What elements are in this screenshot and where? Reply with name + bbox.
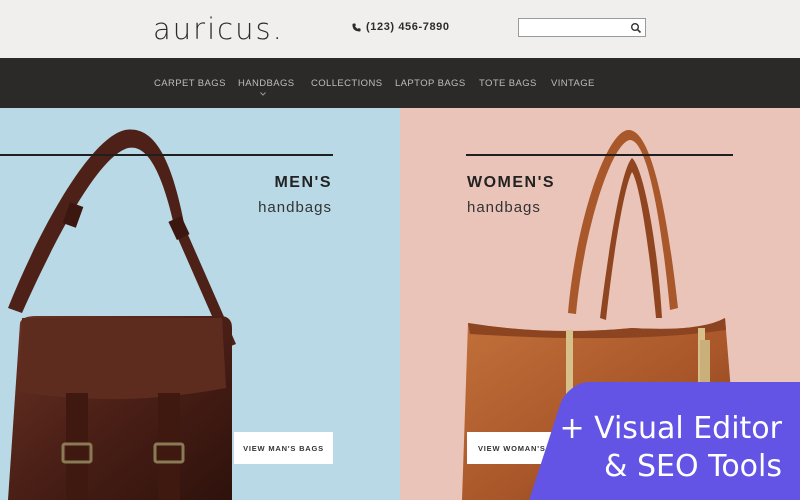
- search-input[interactable]: [519, 19, 627, 36]
- mens-divider: [0, 154, 333, 156]
- promo-text: + Visual Editor & SEO Tools: [557, 410, 782, 486]
- nav-item-vintage[interactable]: VINTAGE: [551, 78, 595, 89]
- nav-item-tote-bags[interactable]: TOTE BAGS: [479, 78, 537, 89]
- phone-text: (123) 456-7890: [366, 21, 450, 33]
- promo-line-2: & SEO Tools: [604, 449, 782, 484]
- mens-banner[interactable]: MEN'S handbags VIEW MAN'S BAGS: [0, 108, 400, 500]
- main-nav: CARPET BAGS HANDBAGS COLLECTIONS LAPTOP …: [0, 58, 800, 108]
- nav-item-carpet-bags[interactable]: CARPET BAGS: [154, 78, 226, 89]
- nav-item-handbags[interactable]: HANDBAGS: [238, 78, 295, 89]
- view-mens-bags-button[interactable]: VIEW MAN'S BAGS: [234, 432, 333, 464]
- search-icon[interactable]: [630, 22, 642, 34]
- logo[interactable]: auricus.: [153, 12, 284, 46]
- promo-line-1: + Visual Editor: [559, 411, 782, 446]
- nav-item-laptop-bags[interactable]: LAPTOP BAGS: [395, 78, 466, 89]
- mens-bag-image: [8, 129, 236, 500]
- womens-subtitle: handbags: [467, 199, 541, 216]
- mens-title: MEN'S: [274, 174, 332, 191]
- mens-subtitle: handbags: [258, 199, 332, 216]
- nav-item-collections[interactable]: COLLECTIONS: [311, 78, 382, 89]
- womens-title: WOMEN'S: [467, 174, 556, 191]
- phone-icon: [352, 22, 361, 32]
- top-header: auricus. (123) 456-7890: [0, 0, 800, 58]
- phone-number[interactable]: (123) 456-7890: [352, 21, 450, 33]
- chevron-down-icon[interactable]: [260, 92, 266, 96]
- search-box: [518, 18, 646, 37]
- womens-divider: [466, 154, 733, 156]
